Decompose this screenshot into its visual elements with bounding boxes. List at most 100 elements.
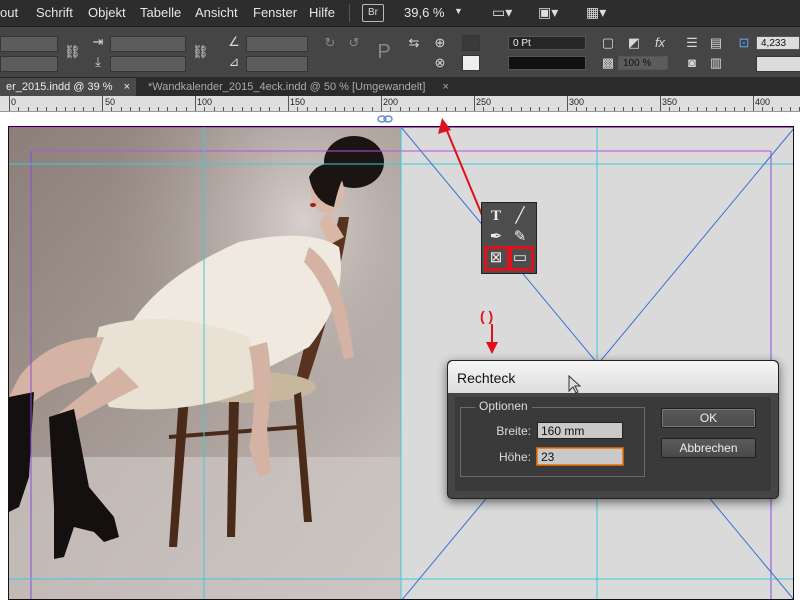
- zoom-level[interactable]: 39,6 %: [404, 5, 444, 20]
- ruler-tick: [102, 96, 103, 111]
- select-content-icon[interactable]: ⊗: [432, 55, 448, 71]
- tab-document-1[interactable]: er_2015.indd @ 39 % ×: [0, 78, 137, 96]
- stroke-weight-field[interactable]: 0 Pt: [508, 36, 586, 50]
- line-tool-icon[interactable]: ╱: [510, 207, 530, 225]
- ruler-tick: [762, 107, 763, 111]
- y-position-field[interactable]: [0, 56, 58, 72]
- height-input[interactable]: 23: [537, 448, 623, 465]
- ruler-tick: [335, 107, 336, 111]
- constrain-link-icon[interactable]: ⛓: [64, 44, 81, 60]
- ruler-tick: [428, 107, 429, 111]
- ruler-label: 200: [383, 97, 399, 107]
- menu-bar: out Schrift Objekt Tabelle Ansicht Fenst…: [0, 0, 800, 27]
- arrange-documents-icon[interactable]: ▦▾: [586, 4, 606, 21]
- ruler-label: 300: [569, 97, 585, 107]
- pen-tool-icon[interactable]: ✒: [486, 228, 506, 246]
- rotate-ccw-icon[interactable]: ↺: [346, 35, 362, 51]
- menu-fenster[interactable]: Fenster: [253, 5, 297, 20]
- menu-layout[interactable]: out: [0, 5, 18, 20]
- ruler-tick: [409, 107, 410, 111]
- tab-label: *Wandkalender_2015_4eck.indd @ 50 % [Umg…: [148, 81, 426, 93]
- ruler-tick: [139, 107, 140, 111]
- ruler-tick: [158, 107, 159, 111]
- ruler-tick: [734, 107, 735, 111]
- wrap-around-icon[interactable]: ▤: [708, 35, 724, 51]
- menu-ansicht[interactable]: Ansicht: [195, 5, 238, 20]
- ruler-tick: [465, 107, 466, 111]
- ruler-tick: [530, 107, 531, 111]
- tab-document-2[interactable]: *Wandkalender_2015_4eck.indd @ 50 % [Umg…: [142, 78, 455, 96]
- ruler-tick: [46, 107, 47, 111]
- highlight-frame-tool: [484, 246, 510, 271]
- opacity-icon: ▩: [601, 55, 615, 70]
- shear-field[interactable]: [246, 56, 308, 72]
- scale-link-icon[interactable]: ⛓: [192, 44, 209, 60]
- fx-icon[interactable]: fx: [652, 35, 668, 51]
- ruler-tick: [65, 107, 66, 111]
- view-options-icon[interactable]: ▭▾: [492, 4, 512, 21]
- rotate-cw-icon[interactable]: ↻: [322, 35, 338, 51]
- rotate-icon: ∠: [228, 34, 240, 49]
- text-wrap-icon[interactable]: ☰: [684, 35, 700, 51]
- wrap-jump-icon[interactable]: ▥: [708, 55, 724, 71]
- ruler-tick: [790, 107, 791, 111]
- close-icon[interactable]: ×: [124, 81, 130, 93]
- zoom-dropdown-icon[interactable]: ▼: [454, 6, 463, 16]
- ruler-tick: [372, 107, 373, 111]
- ruler-tick: [130, 107, 131, 111]
- ruler-tick: [651, 107, 652, 111]
- auto-fit-icon[interactable]: ⊡: [736, 35, 752, 51]
- ruler-tick: [167, 107, 168, 111]
- menu-schrift[interactable]: Schrift: [36, 5, 73, 20]
- ruler-tick: [641, 107, 642, 111]
- close-icon[interactable]: ×: [442, 81, 448, 93]
- height-icon: ⤓: [95, 54, 101, 69]
- bridge-button[interactable]: Br: [362, 4, 384, 22]
- screen-mode-icon[interactable]: ▣▾: [538, 4, 558, 21]
- ruler-tick: [539, 107, 540, 111]
- reference-point-icon[interactable]: P: [376, 42, 392, 62]
- stroke-swatch[interactable]: [462, 55, 480, 71]
- rotate-field[interactable]: [246, 36, 308, 52]
- height-field[interactable]: [110, 56, 186, 72]
- control-panel: ⛓ ⇥ ⤓ ⛓ ∠ ⊿ ↻ ↺ P ⇆ ⊕ ⊗ 0 Pt ▢ ◩ fx ▩ 10…: [0, 27, 800, 78]
- ruler-tick: [344, 107, 345, 111]
- arrowhead-icon: [486, 342, 498, 354]
- width-input[interactable]: 160 mm: [537, 422, 623, 439]
- opacity-field[interactable]: 100 %: [618, 56, 668, 70]
- ruler-tick: [614, 107, 615, 111]
- x-position-field[interactable]: [0, 36, 58, 52]
- corner-shape-field[interactable]: [756, 56, 800, 72]
- rotate-value-field[interactable]: 4,233: [756, 36, 800, 50]
- flip-horizontal-icon[interactable]: ⇆: [406, 35, 422, 51]
- arrowhead-icon: [438, 118, 451, 134]
- effects-shadow-icon[interactable]: ◩: [626, 35, 642, 51]
- menu-tabelle[interactable]: Tabelle: [140, 5, 181, 20]
- menu-hilfe[interactable]: Hilfe: [309, 5, 335, 20]
- pencil-tool-icon[interactable]: ✎: [510, 228, 530, 246]
- horizontal-ruler[interactable]: 0 50 100 150 200 250 300 350 400: [0, 96, 800, 112]
- drop-shadow-icon[interactable]: ▢: [600, 35, 616, 51]
- stroke-type-field[interactable]: [508, 56, 586, 70]
- fill-swatch[interactable]: [462, 35, 480, 51]
- ok-button[interactable]: OK: [661, 408, 756, 428]
- menu-objekt[interactable]: Objekt: [88, 5, 126, 20]
- ruler-tick: [223, 107, 224, 111]
- link-icon[interactable]: [377, 115, 393, 123]
- ruler-label: 100: [197, 97, 213, 107]
- ruler-label: 150: [290, 97, 306, 107]
- select-container-icon[interactable]: ⊕: [432, 35, 448, 51]
- ruler-label: 50: [105, 97, 116, 107]
- ruler-tick: [669, 107, 670, 111]
- ruler-tick: [149, 107, 150, 111]
- width-field[interactable]: [110, 36, 186, 52]
- ruler-tick: [121, 107, 122, 111]
- cancel-button[interactable]: Abbrechen: [661, 438, 756, 458]
- wrap-shape-icon[interactable]: ◙: [684, 55, 700, 71]
- ruler-tick: [56, 107, 57, 111]
- ruler-tick: [772, 107, 773, 111]
- pasteboard[interactable]: ( ): [0, 112, 800, 600]
- type-tool-icon[interactable]: T: [486, 207, 506, 225]
- dialog-titlebar[interactable]: Rechteck: [448, 361, 778, 393]
- ruler-tick: [521, 107, 522, 111]
